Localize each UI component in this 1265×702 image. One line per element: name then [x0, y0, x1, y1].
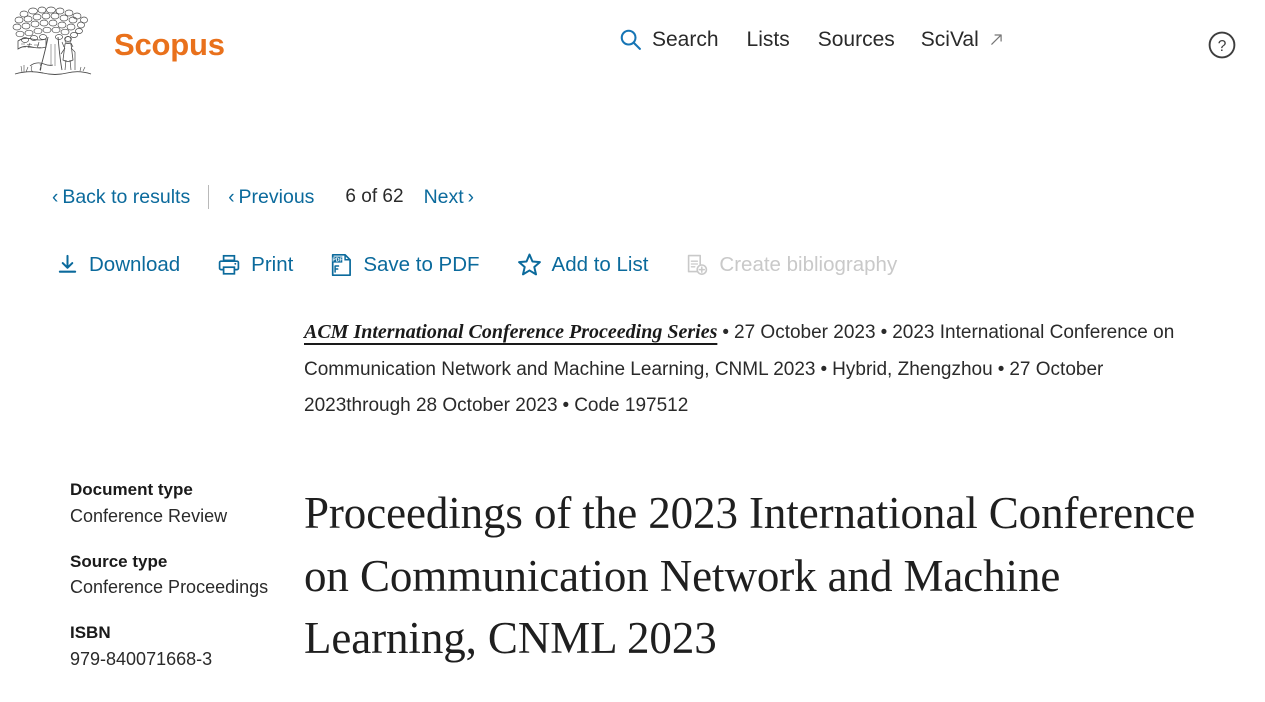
download-icon [58, 254, 77, 273]
next-result-link[interactable]: Next › [424, 186, 474, 209]
download-button[interactable]: Download [56, 253, 180, 277]
pdf-icon: PDF [332, 253, 352, 276]
document-details-sidebar: Document type Conference Review Source t… [0, 307, 304, 693]
source-title-link[interactable]: ACM International Conference Proceeding … [304, 321, 717, 343]
nav-label-scival: SciVal [920, 28, 979, 51]
result-position-indicator: 6 of 62 [345, 186, 403, 208]
document-main: ACM International Conference Proceeding … [304, 307, 1265, 693]
brand-logo-area[interactable]: Scopus [0, 0, 225, 80]
document-actions-toolbar: Download Print PDF Save to PDF Add to Li… [0, 252, 1265, 277]
page-title: Proceedings of the 2023 International Co… [304, 487, 1196, 664]
nav-divider [208, 185, 210, 209]
publication-date: 27 October 2023 [734, 322, 876, 343]
of-label: of [361, 186, 378, 207]
help-button[interactable]: ? [1206, 29, 1238, 61]
isbn-value: 979-840071668-3 [70, 648, 213, 669]
add-to-list-button[interactable]: Add to List [517, 252, 649, 277]
search-icon [620, 29, 641, 50]
back-to-results-link[interactable]: ‹ Back to results [52, 186, 190, 209]
nav-item-sources[interactable]: Sources [818, 29, 921, 50]
print-button[interactable]: Print [217, 253, 293, 277]
chevron-right-icon: › [467, 186, 474, 208]
separator-dot: • [820, 358, 828, 380]
document-type-value: Conference Review [70, 505, 228, 526]
page-header: Scopus Search Lists Sources SciVal ? [0, 0, 1265, 86]
results-navigation-bar: ‹ Back to results ‹ Previous 6 of 62 Nex… [0, 184, 1265, 210]
elsevier-tree-logo [12, 6, 92, 75]
nav-item-lists[interactable]: Lists [747, 29, 818, 50]
separator-dot: • [722, 322, 730, 343]
sidebar-field-source-type: Source type Conference Proceedings [70, 550, 304, 602]
nav-item-search[interactable]: Search [618, 27, 747, 52]
chevron-left-icon: ‹ [52, 186, 59, 208]
conference-code: Code 197512 [574, 395, 689, 417]
add-to-list-label: Add to List [551, 252, 649, 276]
separator-dot: • [997, 358, 1005, 380]
brand-name: Scopus [114, 26, 225, 62]
save-to-pdf-button[interactable]: PDF Save to PDF [330, 252, 480, 277]
source-type-label: Source type [70, 551, 168, 571]
create-bibliography-label: Create bibliography [719, 252, 898, 276]
question-circle-icon: ? [1208, 31, 1236, 59]
document-metadata-line: ACM International Conference Proceeding … [304, 313, 1199, 425]
download-label: Download [89, 252, 181, 276]
create-bibliography-icon [688, 254, 708, 275]
svg-text:?: ? [1218, 38, 1227, 55]
create-bibliography-button[interactable]: Create bibliography [685, 253, 897, 277]
isbn-label: ISBN [70, 623, 111, 643]
previous-label: Previous [238, 185, 315, 208]
next-label: Next [423, 185, 464, 208]
chevron-left-icon: ‹ [228, 186, 235, 208]
separator-dot: • [880, 322, 888, 343]
svg-text:PDF: PDF [333, 257, 343, 263]
sidebar-field-document-type: Document type Conference Review [70, 478, 304, 530]
external-link-icon [990, 34, 1002, 45]
current-result-index: 6 [345, 186, 356, 207]
source-type-value: Conference Proceedings [70, 577, 269, 598]
nav-label-search: Search [652, 28, 719, 51]
print-label: Print [251, 252, 294, 276]
nav-item-scival[interactable]: SciVal [921, 29, 1025, 50]
document-type-label: Document type [70, 480, 193, 499]
main-navigation: Search Lists Sources SciVal [618, 27, 1025, 52]
conference-location: Hybrid, Zhengzhou [832, 358, 993, 380]
total-results-count: 62 [382, 186, 404, 207]
star-icon [517, 253, 541, 276]
nav-label-lists: Lists [746, 28, 790, 51]
save-to-pdf-label: Save to PDF [363, 252, 480, 276]
document-content: Document type Conference Review Source t… [0, 307, 1265, 693]
printer-icon [218, 254, 240, 275]
sidebar-field-isbn: ISBN 979-840071668-3 [70, 621, 304, 673]
back-to-results-label: Back to results [62, 185, 191, 208]
nav-label-sources: Sources [817, 28, 895, 51]
previous-result-link[interactable]: ‹ Previous [228, 186, 314, 209]
separator-dot: • [562, 395, 570, 417]
